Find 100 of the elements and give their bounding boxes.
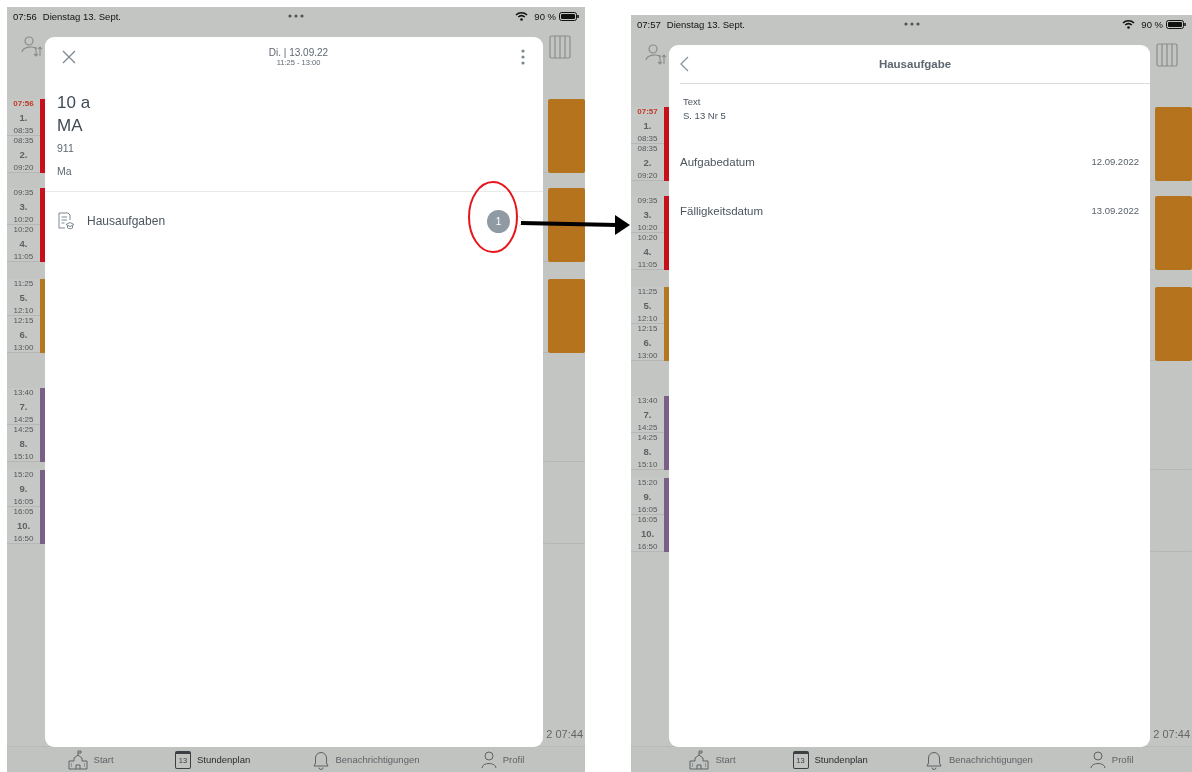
status-date: Dienstag 13. Sept. <box>666 18 745 30</box>
update-time: 2 07:44 <box>1153 728 1190 740</box>
period-start-time: 12:15 <box>13 316 34 325</box>
period-end-time: 11:05 <box>13 252 34 261</box>
school-building-icon <box>689 749 710 770</box>
period-start-time: 11:25 <box>13 279 34 288</box>
back-chevron-icon[interactable] <box>680 56 689 72</box>
period-end-time: 13:00 <box>13 343 34 352</box>
period-start-time: 12:15 <box>637 324 658 333</box>
battery-percent: 90 % <box>1141 18 1163 30</box>
update-time: 2 07:44 <box>546 728 583 740</box>
multitasking-dots-icon[interactable] <box>903 22 920 26</box>
homework-label: Hausaufgaben <box>87 214 167 228</box>
period-end-time: 16:05 <box>637 505 658 514</box>
period-end-time: 08:35 <box>13 126 34 135</box>
period-end-time: 12:10 <box>13 306 34 315</box>
period-end-time: 16:05 <box>13 497 34 506</box>
lesson-detail: MA <box>57 115 84 137</box>
period-end-time: 10:20 <box>13 215 34 224</box>
wifi-icon <box>515 11 529 21</box>
tab-item[interactable]: Profil <box>480 750 525 769</box>
period-end-time: 16:50 <box>637 542 658 551</box>
period-number: 7. <box>19 400 28 412</box>
period-end-time: 12:10 <box>637 314 658 323</box>
tab-item[interactable]: Benachrichtigungen <box>311 749 420 770</box>
period-end-time: 13:00 <box>637 351 658 360</box>
period-start-time: 10:20 <box>13 225 34 234</box>
period-start-time: 14:25 <box>13 425 34 434</box>
period-start-time: 15:20 <box>13 470 34 479</box>
highlight-ellipse <box>468 181 518 253</box>
period-number: 3. <box>19 200 28 212</box>
period-number: 7. <box>643 408 652 420</box>
period-number: 8. <box>19 437 28 449</box>
period-end-time: 09:20 <box>13 163 34 172</box>
period-start-time: 09:35 <box>637 196 658 205</box>
battery-icon <box>559 11 579 21</box>
field-label: Aufgabedatum <box>680 155 755 168</box>
tab-item[interactable]: Benachrichtigungen <box>924 749 1033 770</box>
close-icon[interactable] <box>62 50 76 64</box>
person-icon <box>480 750 497 769</box>
lesson-block[interactable] <box>548 188 585 262</box>
period-number: 8. <box>643 445 652 457</box>
period-number: 1. <box>643 119 652 131</box>
field-label: Fälligkeitsdatum <box>680 204 764 217</box>
status-time: 07:56 <box>13 10 37 22</box>
battery-percent: 90 % <box>534 10 556 22</box>
count-badge: 1 <box>487 209 510 233</box>
bell-icon <box>924 749 943 770</box>
homework-row[interactable]: Hausaufgaben 1 <box>45 192 543 250</box>
period-number: 6. <box>19 328 28 340</box>
period-start-time: 16:05 <box>13 507 34 516</box>
status-date: Dienstag 13. Sept. <box>42 10 121 22</box>
week-view-icon[interactable] <box>1156 43 1178 67</box>
period-end-time: 11:05 <box>637 260 658 269</box>
field-value: 13.09.2022 <box>1091 205 1139 216</box>
tab-item[interactable]: Start <box>689 749 736 770</box>
period-end-time: 08:35 <box>637 134 658 143</box>
period-number: 2. <box>643 156 652 168</box>
period-start-time: 09:35 <box>13 188 34 197</box>
period-start-time: 14:25 <box>637 433 658 442</box>
wifi-icon <box>1122 19 1136 29</box>
period-end-time: 16:50 <box>13 534 34 543</box>
period-start-time: 07:57 <box>637 107 658 116</box>
period-start-time: 13:40 <box>13 388 34 397</box>
period-number: 2. <box>19 148 28 160</box>
period-start-time: 13:40 <box>637 396 658 405</box>
period-start-time: 08:35 <box>13 136 34 145</box>
period-end-time: 09:20 <box>637 171 658 180</box>
period-end-time: 14:25 <box>637 423 658 432</box>
bell-icon <box>311 749 330 770</box>
more-options-icon[interactable] <box>521 49 525 65</box>
lesson-detail: Ma <box>57 164 73 179</box>
period-start-time: 11:25 <box>637 287 658 296</box>
week-view-icon[interactable] <box>549 35 571 59</box>
lesson-detail: 911 <box>57 141 75 156</box>
field-value: 12.09.2022 <box>1091 156 1139 167</box>
multitasking-dots-icon[interactable] <box>288 14 304 18</box>
period-number: 10. <box>640 527 655 539</box>
period-start-time: 10:20 <box>637 233 658 242</box>
chevron-right-icon <box>518 215 525 227</box>
tab-item[interactable]: Start <box>67 749 114 770</box>
battery-icon <box>1166 19 1186 29</box>
field-label: Text <box>683 96 702 107</box>
status-time: 07:57 <box>637 18 661 30</box>
lesson-date: Di. | 13.09.22 <box>268 47 329 58</box>
period-number: 9. <box>643 490 652 502</box>
period-start-time: 07:56 <box>13 99 34 108</box>
period-end-time: 15:10 <box>13 452 34 461</box>
period-number: 5. <box>19 291 28 303</box>
period-start-time: 16:05 <box>637 515 658 524</box>
period-number: 5. <box>643 299 652 311</box>
period-start-time: 15:20 <box>637 478 658 487</box>
period-start-time: 08:35 <box>637 144 658 153</box>
tab-item[interactable]: Profil <box>1089 750 1134 769</box>
user-switch-icon[interactable] <box>645 43 667 65</box>
user-switch-icon[interactable] <box>21 35 43 57</box>
period-end-time: 15:10 <box>637 460 658 469</box>
period-number: 3. <box>643 208 652 220</box>
period-end-time: 14:25 <box>13 415 34 424</box>
period-number: 4. <box>19 237 28 249</box>
